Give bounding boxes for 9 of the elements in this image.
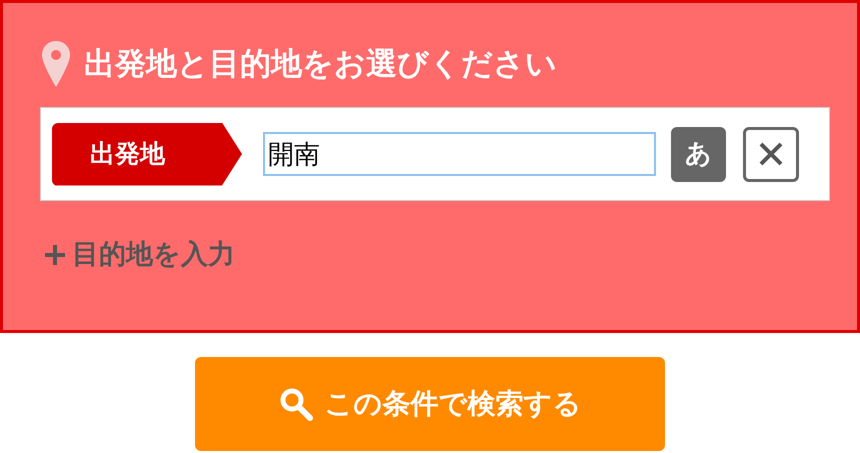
origin-label: 出発地 [52, 122, 242, 186]
location-pin-icon [42, 41, 70, 87]
plus-icon [44, 244, 66, 266]
panel-title: 出発地と目的地をお選びください [84, 44, 557, 84]
close-icon [758, 141, 784, 167]
clear-button[interactable] [743, 126, 799, 182]
origin-input[interactable]: 開南 [263, 132, 656, 176]
search-icon [278, 387, 312, 421]
kana-button[interactable]: あ [671, 126, 726, 182]
